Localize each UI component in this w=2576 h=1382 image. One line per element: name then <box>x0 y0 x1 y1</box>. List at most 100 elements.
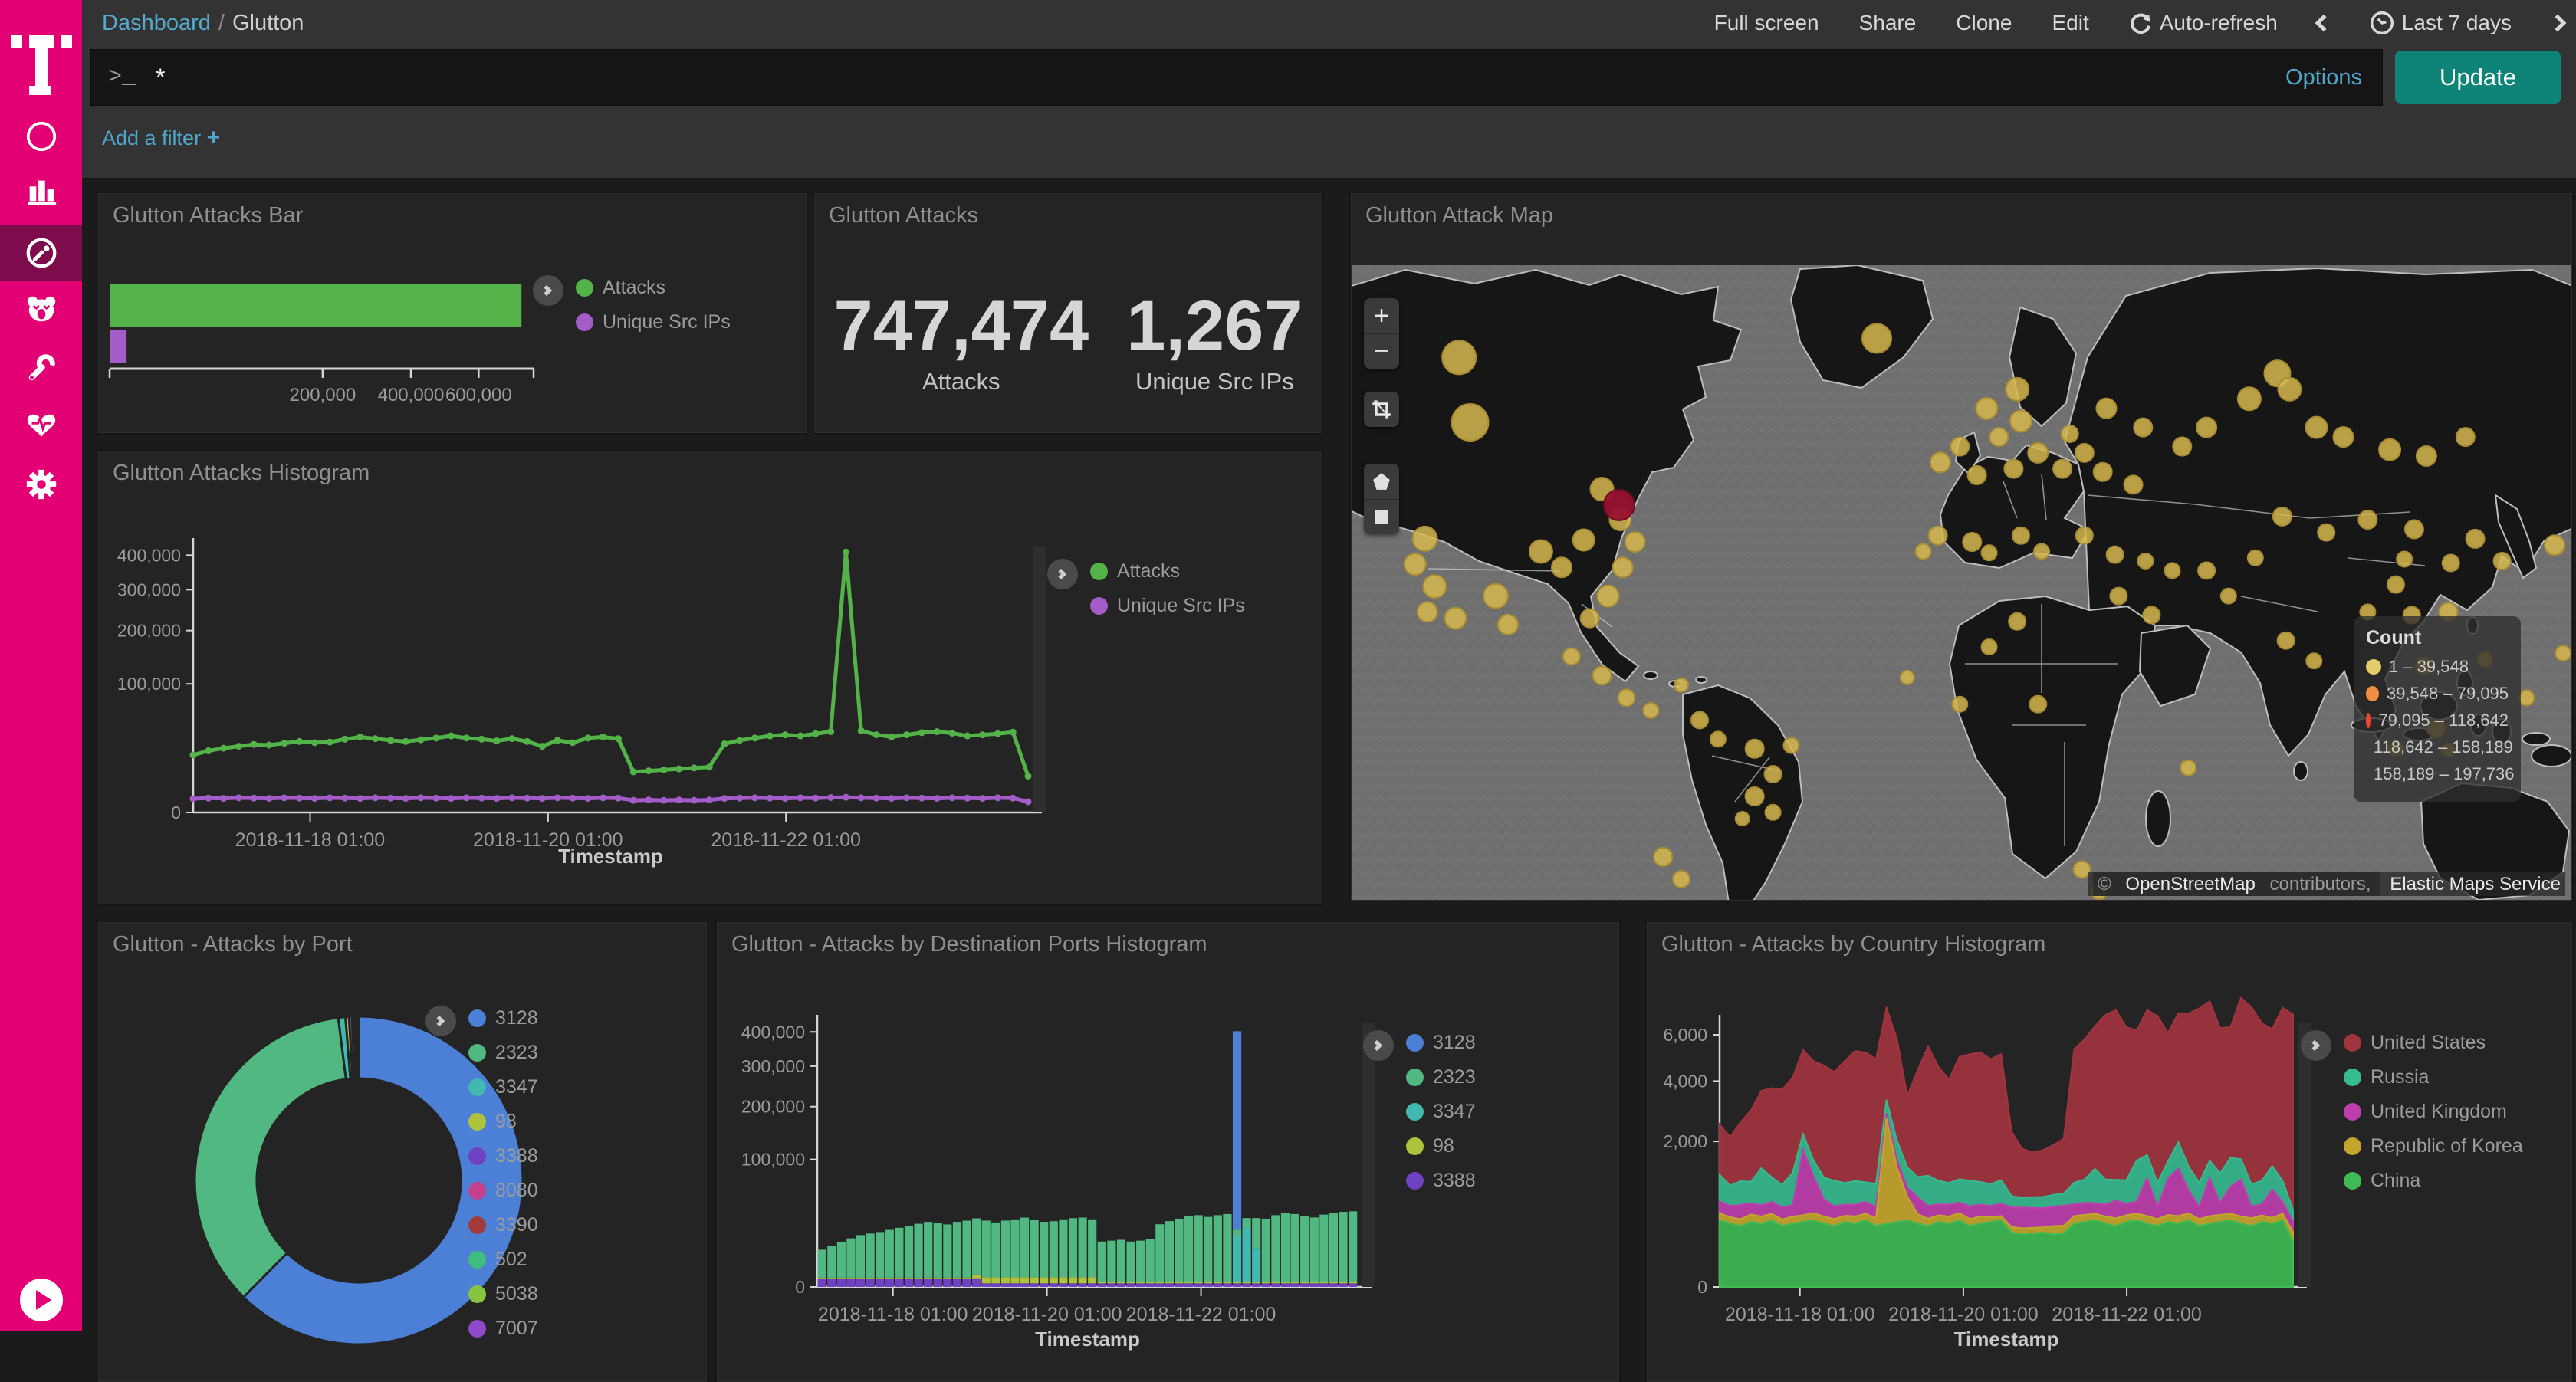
map-attribution: © OpenStreetMap contributors, Elastic Ma… <box>2088 874 2565 895</box>
legend-item[interactable]: 98 <box>468 1111 538 1133</box>
svg-text:600,000: 600,000 <box>445 385 512 405</box>
legend-color-dot <box>2344 1069 2361 1086</box>
legend-label: 502 <box>495 1249 527 1271</box>
panel-attacks-histogram: Glutton Attacks Histogram 0100,000200,00… <box>98 451 1322 904</box>
legend-item[interactable]: 98 <box>1406 1135 1476 1157</box>
draw-polygon-button[interactable] <box>1364 464 1399 499</box>
legend-item[interactable]: Unique Src IPs <box>1090 595 1245 617</box>
collapse-sidebar-button[interactable] <box>20 1279 63 1321</box>
legend-item[interactable]: 5038 <box>468 1283 538 1305</box>
legend-item[interactable]: Attacks <box>576 277 731 299</box>
auto-refresh-button[interactable]: Auto-refresh <box>2129 11 2278 35</box>
elastic-maps-link[interactable]: Elastic Maps Service <box>2385 872 2565 896</box>
legend-item[interactable]: 3388 <box>1406 1170 1476 1192</box>
legend-item[interactable]: 3347 <box>468 1076 538 1098</box>
svg-text:200,000: 200,000 <box>117 621 181 641</box>
legend-item[interactable]: 2323 <box>1406 1066 1476 1088</box>
legend-item[interactable]: United States <box>2344 1032 2523 1054</box>
svg-text:0: 0 <box>795 1277 805 1297</box>
legend: 3128 2323 3347 98 3388 <box>1406 1032 1476 1204</box>
legend-color-dot <box>468 1113 486 1131</box>
clone-button[interactable]: Clone <box>1956 11 2012 35</box>
map-zoom-controls: + − <box>1364 298 1399 369</box>
legend-item[interactable]: 502 <box>468 1249 538 1271</box>
legend-item[interactable]: 3388 <box>468 1145 538 1167</box>
fit-bounds-button[interactable] <box>1364 392 1399 427</box>
legend-label: 3390 <box>495 1214 538 1236</box>
panel-attack-map: Glutton Attack Map <box>1351 193 2572 901</box>
legend-item[interactable]: Republic of Korea <box>2344 1135 2523 1157</box>
add-filter-button[interactable]: Add a filter + <box>102 125 220 151</box>
legend-item[interactable]: 7007 <box>468 1318 538 1340</box>
zoom-in-button[interactable]: + <box>1364 298 1399 333</box>
legend-item[interactable]: 2323 <box>468 1042 538 1064</box>
play-icon <box>36 1290 51 1310</box>
draw-rectangle-button[interactable] <box>1364 499 1399 534</box>
time-picker-button[interactable]: Last 7 days <box>2370 11 2512 35</box>
attacks-histogram-chart[interactable]: 0100,000200,000300,000400,0002018-11-18 … <box>99 451 1322 904</box>
sidebar-item-visualize[interactable] <box>0 163 82 218</box>
sidebar-item-management[interactable] <box>0 457 82 512</box>
legend-toggle[interactable] <box>533 275 564 306</box>
legend: United States Russia United Kingdom Republi… <box>2344 1032 2523 1204</box>
legend-item[interactable]: 3128 <box>1406 1032 1476 1054</box>
svg-text:Timestamp: Timestamp <box>558 845 663 868</box>
panel-title: Glutton Attacks Histogram <box>113 461 370 486</box>
edit-button[interactable]: Edit <box>2052 11 2088 35</box>
query-options-link[interactable]: Options <box>2285 65 2362 90</box>
legend-toggle[interactable] <box>426 1006 456 1036</box>
svg-text:Timestamp: Timestamp <box>1954 1328 2059 1351</box>
sidebar-item-monitoring[interactable] <box>0 398 82 453</box>
legend-toggle[interactable] <box>1363 1030 1394 1061</box>
query-input[interactable]: * <box>156 64 2285 92</box>
plus-icon: + <box>207 125 221 150</box>
update-button[interactable]: Update <box>2395 51 2561 104</box>
attacks-by-port-donut[interactable] <box>99 923 707 1382</box>
legend-label: Unique Src IPs <box>603 311 731 333</box>
svg-text:4,000: 4,000 <box>1663 1071 1707 1091</box>
sidebar-item-dashboard[interactable] <box>0 225 82 281</box>
sidebar <box>0 0 82 1331</box>
topbar-menu: Full screen Share Clone Edit Auto-refres… <box>1714 0 2564 46</box>
legend-label: 3128 <box>1433 1032 1476 1054</box>
legend-item[interactable]: Unique Src IPs <box>576 311 731 333</box>
legend-item[interactable]: 3390 <box>468 1214 538 1236</box>
time-forward-button[interactable] <box>2551 17 2564 29</box>
panel-attacks-by-port: Glutton - Attacks by Port 31282323334798… <box>98 922 707 1382</box>
breadcrumb-dashboard-link[interactable]: Dashboard <box>102 11 211 35</box>
legend-item[interactable]: China <box>2344 1170 2523 1192</box>
legend-item[interactable]: Attacks <box>1090 560 1245 583</box>
legend: Attacks Unique Src IPs <box>576 277 731 346</box>
openstreetmap-link[interactable]: OpenStreetMap <box>2121 872 2259 896</box>
legend-label: 3347 <box>1433 1101 1476 1123</box>
panel-country-histogram: Glutton - Attacks by Country Histogram 0… <box>1647 922 2572 1382</box>
query-bar[interactable]: >_ * Options <box>90 49 2383 106</box>
world-map[interactable] <box>1352 265 2572 901</box>
svg-text:200,000: 200,000 <box>290 385 356 405</box>
dest-ports-histogram-chart[interactable]: 0100,000200,000300,000400,0002018-11-18 … <box>718 923 1619 1382</box>
svg-text:300,000: 300,000 <box>741 1056 805 1076</box>
telekom-logo[interactable] <box>11 18 72 95</box>
legend-color-dot <box>1090 597 1108 615</box>
sidebar-item-honeypot[interactable] <box>0 281 82 336</box>
legend-toggle[interactable] <box>2301 1030 2331 1061</box>
time-back-button[interactable] <box>2318 17 2330 29</box>
legend-item[interactable]: 8080 <box>468 1180 538 1202</box>
legend-label: Attacks <box>603 277 665 299</box>
share-button[interactable]: Share <box>1859 11 1917 35</box>
fullscreen-button[interactable]: Full screen <box>1714 11 1819 35</box>
sidebar-item-discover[interactable] <box>0 109 82 164</box>
refresh-icon <box>2129 11 2152 34</box>
metric: 747,474Attacks <box>834 286 1089 396</box>
legend-color-dot <box>1406 1172 1424 1190</box>
legend-toggle[interactable] <box>1047 559 1078 589</box>
legend-item[interactable]: United Kingdom <box>2344 1101 2523 1123</box>
zoom-out-button[interactable]: − <box>1364 333 1399 369</box>
map-legend-item: 158,189 – 197,736 <box>2366 764 2509 784</box>
map-legend-item: 79,095 – 118,642 <box>2366 711 2509 730</box>
legend-item[interactable]: Russia <box>2344 1066 2523 1088</box>
sidebar-item-devtools[interactable] <box>0 340 82 396</box>
legend-item[interactable]: 3128 <box>468 1007 538 1029</box>
legend-item[interactable]: 3347 <box>1406 1101 1476 1123</box>
svg-text:100,000: 100,000 <box>117 674 181 694</box>
